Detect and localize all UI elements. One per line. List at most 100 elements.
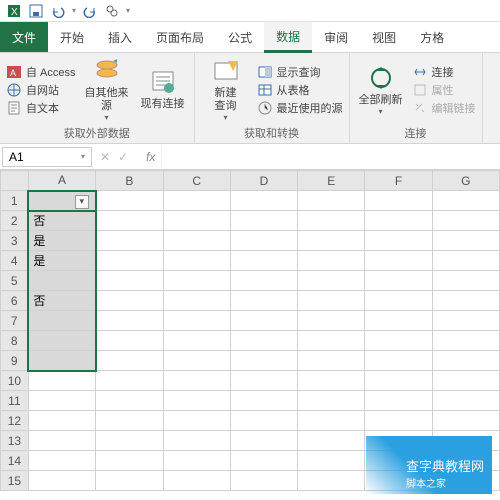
cell-E12[interactable] [298, 411, 365, 431]
cell-B7[interactable] [96, 311, 163, 331]
cell-C7[interactable] [163, 311, 230, 331]
cell-C3[interactable] [163, 231, 230, 251]
redo-icon[interactable] [82, 3, 98, 19]
row-header-4[interactable]: 4 [1, 251, 29, 271]
tab-view[interactable]: 视图 [360, 22, 408, 52]
cell-C9[interactable] [163, 351, 230, 371]
show-queries-button[interactable]: 显示查询 [257, 64, 343, 80]
cell-B8[interactable] [96, 331, 163, 351]
properties-button[interactable]: 属性 [412, 82, 476, 98]
cell-E13[interactable] [298, 431, 365, 451]
cell-C12[interactable] [163, 411, 230, 431]
from-web-button[interactable]: 自网站 [6, 82, 76, 98]
cell-A2[interactable]: 否 [28, 211, 95, 231]
tab-home[interactable]: 开始 [48, 22, 96, 52]
cell-B5[interactable] [96, 271, 163, 291]
cell-E7[interactable] [298, 311, 365, 331]
cell-A14[interactable] [28, 451, 95, 471]
qat-customize-icon[interactable]: ▾ [126, 6, 130, 15]
cell-G7[interactable] [432, 311, 499, 331]
cell-G5[interactable] [432, 271, 499, 291]
col-header-D[interactable]: D [230, 171, 297, 191]
cell-A9[interactable] [28, 351, 95, 371]
row-header-11[interactable]: 11 [1, 391, 29, 411]
tab-insert[interactable]: 插入 [96, 22, 144, 52]
cell-D6[interactable] [230, 291, 297, 311]
cell-F7[interactable] [365, 311, 432, 331]
col-header-F[interactable]: F [365, 171, 432, 191]
row-header-8[interactable]: 8 [1, 331, 29, 351]
row-header-7[interactable]: 7 [1, 311, 29, 331]
select-all-corner[interactable] [1, 171, 29, 191]
cell-D14[interactable] [230, 451, 297, 471]
tab-review[interactable]: 审阅 [312, 22, 360, 52]
cell-B4[interactable] [96, 251, 163, 271]
filter-dropdown-icon[interactable]: ▾ [75, 195, 89, 209]
cell-A11[interactable] [28, 391, 95, 411]
new-query-button[interactable]: 新建 查询 ▾ [201, 56, 251, 123]
cell-E15[interactable] [298, 471, 365, 491]
tab-layout[interactable]: 页面布局 [144, 22, 216, 52]
cell-A15[interactable] [28, 471, 95, 491]
cell-B6[interactable] [96, 291, 163, 311]
cell-E9[interactable] [298, 351, 365, 371]
cell-A3[interactable]: 是 [28, 231, 95, 251]
refresh-all-button[interactable]: 全部刷新 ▾ [356, 56, 406, 123]
row-header-10[interactable]: 10 [1, 371, 29, 391]
cell-E11[interactable] [298, 391, 365, 411]
cell-D3[interactable] [230, 231, 297, 251]
cell-F8[interactable] [365, 331, 432, 351]
cell-E8[interactable] [298, 331, 365, 351]
name-box[interactable]: A1▾ [2, 147, 92, 167]
cell-G3[interactable] [432, 231, 499, 251]
cell-E6[interactable] [298, 291, 365, 311]
cell-D5[interactable] [230, 271, 297, 291]
undo-icon[interactable] [50, 3, 66, 19]
cell-G1[interactable] [432, 191, 499, 211]
cell-B12[interactable] [96, 411, 163, 431]
from-table-button[interactable]: 从表格 [257, 82, 343, 98]
recent-sources-button[interactable]: 最近使用的源 [257, 100, 343, 116]
connections-button[interactable]: 连接 [412, 64, 476, 80]
cell-D1[interactable] [230, 191, 297, 211]
cell-D8[interactable] [230, 331, 297, 351]
col-header-A[interactable]: A [28, 171, 95, 191]
row-header-3[interactable]: 3 [1, 231, 29, 251]
cell-D10[interactable] [230, 371, 297, 391]
cell-F1[interactable] [365, 191, 432, 211]
cell-D11[interactable] [230, 391, 297, 411]
from-access-button[interactable]: A自 Access [6, 64, 76, 80]
cell-A7[interactable] [28, 311, 95, 331]
cell-B9[interactable] [96, 351, 163, 371]
cell-G2[interactable] [432, 211, 499, 231]
cell-F12[interactable] [365, 411, 432, 431]
cell-A8[interactable] [28, 331, 95, 351]
cell-G8[interactable] [432, 331, 499, 351]
cell-E1[interactable] [298, 191, 365, 211]
col-header-C[interactable]: C [163, 171, 230, 191]
cell-F6[interactable] [365, 291, 432, 311]
cell-B2[interactable] [96, 211, 163, 231]
cell-G11[interactable] [432, 391, 499, 411]
cell-C1[interactable] [163, 191, 230, 211]
cell-C2[interactable] [163, 211, 230, 231]
cell-E2[interactable] [298, 211, 365, 231]
row-header-15[interactable]: 15 [1, 471, 29, 491]
cell-C6[interactable] [163, 291, 230, 311]
cell-C13[interactable] [163, 431, 230, 451]
undo-dropdown-icon[interactable]: ▾ [72, 6, 76, 15]
cell-A12[interactable] [28, 411, 95, 431]
cell-B3[interactable] [96, 231, 163, 251]
cell-C5[interactable] [163, 271, 230, 291]
cell-G4[interactable] [432, 251, 499, 271]
tab-data[interactable]: 数据 [264, 22, 312, 53]
cell-E10[interactable] [298, 371, 365, 391]
row-header-2[interactable]: 2 [1, 211, 29, 231]
row-header-9[interactable]: 9 [1, 351, 29, 371]
cell-F10[interactable] [365, 371, 432, 391]
col-header-E[interactable]: E [298, 171, 365, 191]
touch-mode-icon[interactable] [104, 3, 120, 19]
tab-file[interactable]: 文件 [0, 22, 48, 52]
formula-input[interactable] [161, 147, 500, 167]
cell-F2[interactable] [365, 211, 432, 231]
